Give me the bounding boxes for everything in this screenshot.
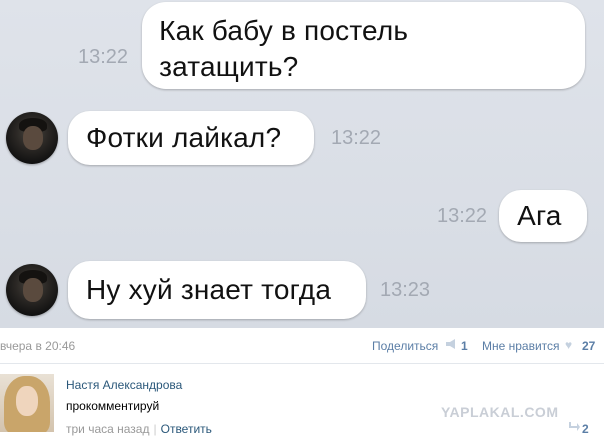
message-time: 13:22	[437, 204, 488, 227]
message-text-line: Как бабу в постель	[159, 15, 409, 46]
message-time: 13:23	[380, 278, 431, 301]
message-row: Ну хуй знает тогда 13:23	[6, 261, 430, 319]
message-text: Ну хуй знает тогда	[86, 274, 332, 305]
megaphone-icon	[446, 339, 455, 349]
message-text: Фотки лайкал?	[86, 122, 282, 153]
message-bubble-incoming: Фотки лайкал?	[68, 111, 314, 165]
like-count: 27	[582, 339, 596, 353]
message-time: 13:22	[331, 126, 382, 149]
commenter-avatar[interactable]	[0, 374, 54, 432]
meta-separator: |	[153, 422, 157, 436]
sender-avatar	[6, 264, 58, 316]
post-date[interactable]: вчера в 20:46	[0, 339, 75, 353]
watermark: YAPLAKAL.COM	[441, 404, 559, 420]
reply-arrow-icon	[569, 422, 580, 431]
message-row: Фотки лайкал? 13:22	[6, 111, 381, 165]
message-text-line: затащить?	[159, 51, 299, 82]
message-bubble-outgoing: Как бабу в постель затащить?	[142, 2, 586, 89]
heart-icon[interactable]: ♥	[565, 339, 572, 351]
message-bubble-outgoing: Ага	[499, 190, 588, 242]
reply-count: 2	[582, 422, 589, 436]
comment-text: прокомментируй	[66, 399, 160, 413]
sender-avatar	[6, 112, 58, 164]
share-button[interactable]: Поделиться	[372, 339, 438, 353]
message-text: Ага	[517, 200, 562, 231]
comment: Настя Александрова прокомментируй три ча…	[0, 364, 604, 441]
comment-meta: три часа назад | Ответить	[66, 422, 212, 436]
message-bubble-incoming: Ну хуй знает тогда	[68, 261, 366, 319]
message-time: 13:22	[78, 46, 129, 68]
chat-screenshot: 13:22 Как бабу в постель затащить? Фотки…	[0, 0, 604, 328]
comment-author[interactable]: Настя Александрова	[66, 378, 182, 392]
share-count: 1	[461, 339, 468, 353]
like-button[interactable]: Мне нравится	[482, 339, 560, 353]
message-row: 13:22 Ага	[437, 190, 588, 242]
post-footer: вчера в 20:46 Поделиться 1 Мне нравится …	[0, 328, 604, 364]
comment-time[interactable]: три часа назад	[66, 422, 149, 436]
reply-button[interactable]: Ответить	[161, 422, 212, 436]
message-row: 13:22 Как бабу в постель затащить?	[78, 2, 586, 89]
